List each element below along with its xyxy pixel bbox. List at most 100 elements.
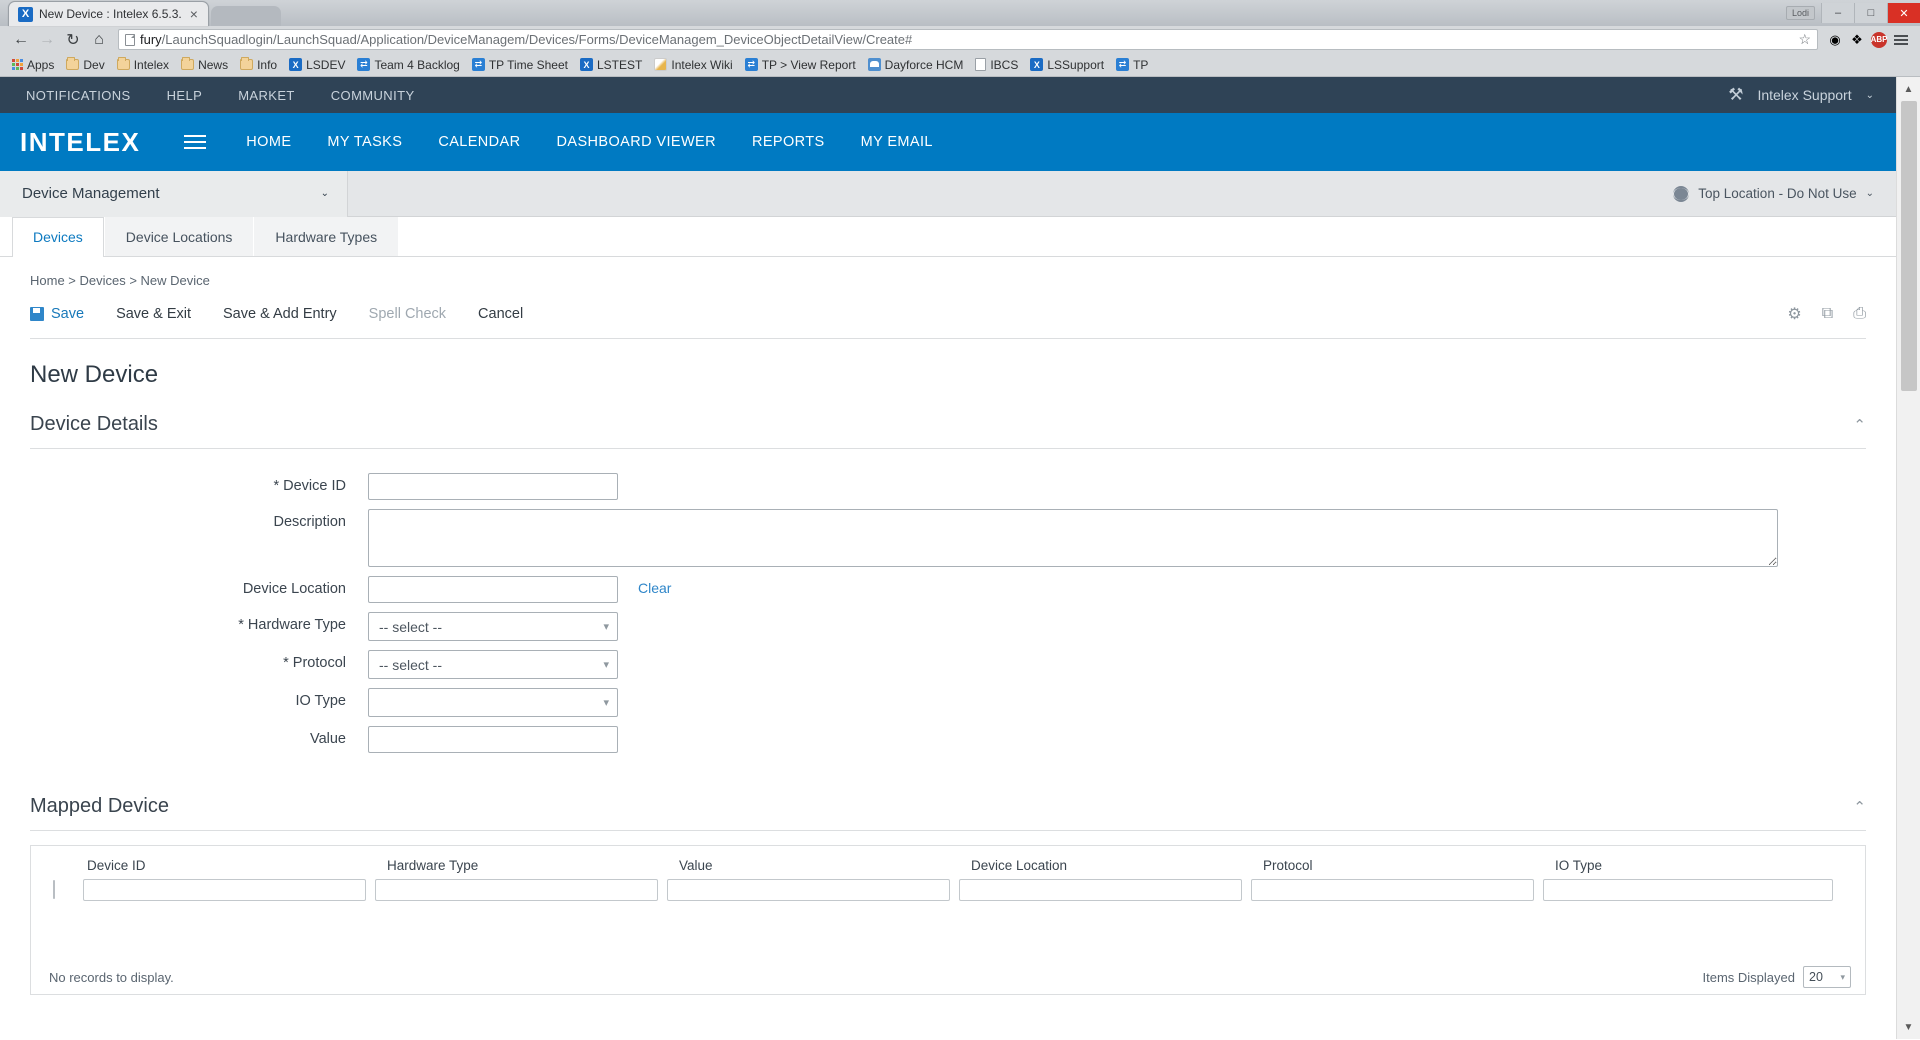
bookmark-lssupport[interactable]: XLSSupport [1024,57,1110,73]
column-header-hardware-type[interactable]: Hardware Type [383,858,675,873]
utility-link-community[interactable]: COMMUNITY [331,88,433,103]
reload-icon[interactable]: ↻ [60,28,86,52]
home-icon[interactable]: ⌂ [86,28,112,52]
bookmark-dev[interactable]: Dev [60,57,110,73]
clear-link[interactable]: Clear [638,576,671,596]
column-header-device-location[interactable]: Device Location [967,858,1259,873]
filter-device-location-input[interactable] [959,879,1242,901]
bookmark-intelex-wiki[interactable]: Intelex Wiki [648,57,738,73]
cancel-button[interactable]: Cancel [478,306,523,322]
folder-icon [240,59,253,70]
gear-icon[interactable]: ⚙ [1787,304,1801,324]
user-menu-label[interactable]: Intelex Support [1757,87,1851,103]
chevron-up-icon[interactable]: ⌃ [1853,798,1866,816]
chevron-down-icon[interactable]: ⌄ [1866,90,1874,101]
window-close-button[interactable]: ✕ [1887,3,1920,23]
bookmark-lstest[interactable]: XLSTEST [574,57,648,73]
save-and-exit-button[interactable]: Save & Exit [116,306,191,322]
tools-icon[interactable]: ⚒ [1728,85,1743,105]
filter-protocol-input[interactable] [1251,879,1534,901]
filter-device-id-input[interactable] [83,879,366,901]
nav-item-calendar[interactable]: CALENDAR [438,134,520,150]
grid-footer: No records to display. Items Displayed 2… [31,966,1865,988]
bookmark-tp-time-sheet[interactable]: ⇄TP Time Sheet [466,57,574,73]
globe-icon [1673,186,1689,202]
bookmark-label: Team 4 Backlog [374,58,459,72]
bookmark-star-icon[interactable]: ☆ [1798,31,1811,48]
column-header-io-type[interactable]: IO Type [1551,858,1847,873]
bookmarks-bar: Apps Dev Intelex News Info XLSDEV ⇄Team … [0,53,1920,77]
bookmark-apps[interactable]: Apps [6,57,60,73]
protocol-select[interactable]: -- select -- ▾ [368,650,618,679]
save-button[interactable]: Save [30,306,84,322]
page-info-icon[interactable] [125,34,135,46]
bookmark-dayforce-hcm[interactable]: Dayforce HCM [862,57,970,73]
nav-item-my-tasks[interactable]: MY TASKS [327,134,402,150]
module-selector[interactable]: Device Management ⌄ [0,171,348,217]
puzzle-icon[interactable]: ❖ [1846,29,1868,51]
tab-device-locations[interactable]: Device Locations [105,217,254,256]
value-input[interactable] [368,726,618,753]
folder-icon [117,59,130,70]
bookmark-tp-view-report[interactable]: ⇄TP > View Report [739,57,862,73]
close-icon[interactable]: × [188,7,200,21]
save-and-add-entry-button[interactable]: Save & Add Entry [223,306,337,322]
column-header-device-id[interactable]: Device ID [83,858,383,873]
utility-link-notifications[interactable]: NOTIFICATIONS [26,88,149,103]
scroll-up-icon[interactable]: ▲ [1897,77,1920,101]
targetprocess-icon: ⇄ [472,58,485,71]
scroll-down-icon[interactable]: ▼ [1897,1015,1920,1039]
chevron-up-icon[interactable]: ⌃ [1853,416,1866,434]
browser-tab[interactable]: X New Device : Intelex 6.5.3. × [8,1,209,26]
column-header-protocol[interactable]: Protocol [1259,858,1551,873]
back-icon[interactable]: ← [8,28,34,52]
maximize-button[interactable]: □ [1854,3,1887,23]
device-id-input[interactable] [368,473,618,500]
hardware-type-select[interactable]: -- select -- ▾ [368,612,618,641]
mapped-device-heading: Mapped Device [30,795,169,818]
bookmark-tp[interactable]: ⇄TP [1110,57,1154,73]
minimize-button[interactable]: – [1821,3,1854,23]
column-header-value[interactable]: Value [675,858,967,873]
bookmark-label: LSTEST [597,58,642,72]
adblock-icon[interactable]: ABP [1868,29,1890,51]
scrollbar-thumb[interactable] [1901,101,1917,391]
bookmark-info[interactable]: Info [234,57,283,73]
bookmark-team-4-backlog[interactable]: ⇄Team 4 Backlog [351,57,465,73]
tab-hardware-types[interactable]: Hardware Types [254,217,398,256]
empty-message: No records to display. [49,970,174,985]
nav-item-reports[interactable]: REPORTS [752,134,825,150]
eye-icon[interactable]: ◉ [1824,29,1846,51]
bookmark-news[interactable]: News [175,57,234,73]
breadcrumb[interactable]: Home > Devices > New Device [30,257,1866,298]
bookmark-intelex[interactable]: Intelex [111,57,175,73]
location-label: Top Location - Do Not Use [1698,186,1856,201]
page-scrollbar[interactable]: ▲ ▼ [1896,77,1920,1039]
bookmark-label: IBCS [990,58,1018,72]
forward-icon[interactable]: → [34,28,60,52]
filter-io-type-input[interactable] [1543,879,1833,901]
device-location-input[interactable] [368,576,618,603]
nav-item-my-email[interactable]: MY EMAIL [861,134,933,150]
print-icon[interactable]: ⎙ [1853,305,1866,323]
new-tab-button[interactable] [211,6,281,26]
browser-toolbar: ← → ↻ ⌂ fury/LaunchSquadlogin/LaunchSqua… [0,26,1920,53]
utility-link-help[interactable]: HELP [167,88,221,103]
tab-devices[interactable]: Devices [12,217,104,257]
hamburger-menu-icon[interactable] [1890,29,1912,51]
bookmark-ibcs[interactable]: IBCS [969,57,1024,73]
io-type-select[interactable]: ▾ [368,688,618,717]
address-bar[interactable]: fury/LaunchSquadlogin/LaunchSquad/Applic… [118,29,1818,50]
nav-item-home[interactable]: HOME [246,134,291,150]
filter-value-input[interactable] [667,879,950,901]
hamburger-menu-icon[interactable] [184,131,206,153]
bookmark-lsdev[interactable]: XLSDEV [283,57,351,73]
filter-hardware-type-input[interactable] [375,879,658,901]
utility-link-market[interactable]: MARKET [238,88,313,103]
description-textarea[interactable] [368,509,1778,567]
row-drag-handle[interactable] [53,880,55,899]
items-displayed-select[interactable]: 20 ▾ [1803,966,1851,988]
location-selector[interactable]: Top Location - Do Not Use ⌄ [1673,186,1896,202]
nav-item-dashboard-viewer[interactable]: DASHBOARD VIEWER [557,134,716,150]
copy-icon[interactable]: ⧉ [1822,305,1833,323]
